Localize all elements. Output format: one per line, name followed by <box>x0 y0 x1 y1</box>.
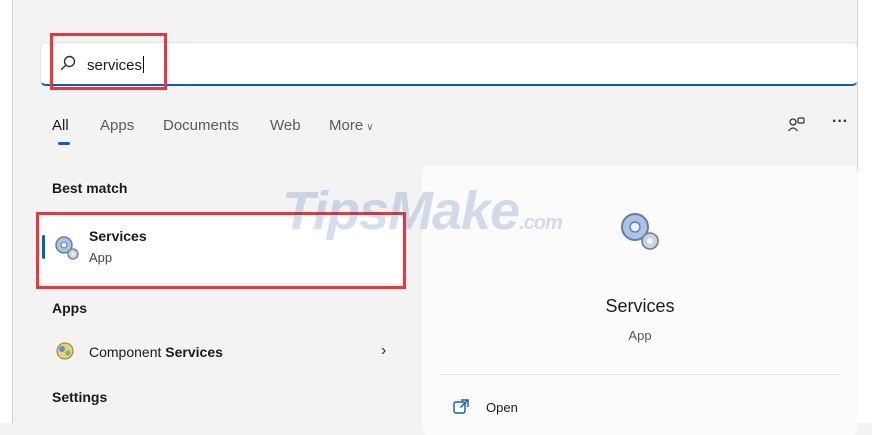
detail-subtitle: App <box>628 328 652 343</box>
component-services-label-match: Services <box>165 344 223 360</box>
share-account-icon[interactable] <box>787 116 807 134</box>
watermark-text: TipsMake <box>282 181 520 241</box>
selection-indicator <box>42 235 45 259</box>
more-options-button[interactable]: ··· <box>832 113 848 131</box>
search-box[interactable]: services <box>40 42 858 86</box>
settings-heading: Settings <box>52 389 108 405</box>
search-input-value: services <box>87 57 143 74</box>
search-input[interactable]: services <box>87 56 145 74</box>
window-frame-left <box>0 0 13 423</box>
chevron-right-icon[interactable]: › <box>381 342 386 360</box>
open-external-icon <box>453 399 469 414</box>
tab-apps[interactable]: Apps <box>100 117 134 134</box>
component-services-icon <box>56 342 74 360</box>
best-match-title: Services <box>89 228 147 244</box>
best-match-subtitle: App <box>89 250 113 265</box>
tab-more-label: More <box>329 117 364 134</box>
window-frame-right <box>857 0 872 423</box>
component-services-label: Component Services <box>89 344 223 360</box>
tab-more[interactable]: More ∨ <box>329 117 374 134</box>
tab-documents[interactable]: Documents <box>163 117 239 134</box>
component-services-label-prefix: Component <box>89 344 166 360</box>
best-match-heading: Best match <box>52 180 128 196</box>
tab-web[interactable]: Web <box>270 117 301 134</box>
detail-divider <box>440 374 840 375</box>
chevron-down-icon: ∨ <box>366 122 374 133</box>
detail-title: Services <box>605 296 675 316</box>
open-action-label: Open <box>486 400 518 415</box>
active-tab-indicator <box>58 142 70 145</box>
gears-large-icon <box>621 213 659 250</box>
apps-heading: Apps <box>52 300 87 316</box>
gears-icon <box>55 236 79 260</box>
tipsmake-watermark: TipsMake.com <box>282 180 563 242</box>
watermark-suffix: .com <box>519 212 563 234</box>
text-caret <box>143 56 145 73</box>
search-icon <box>60 55 76 71</box>
tab-all[interactable]: All <box>52 117 69 134</box>
